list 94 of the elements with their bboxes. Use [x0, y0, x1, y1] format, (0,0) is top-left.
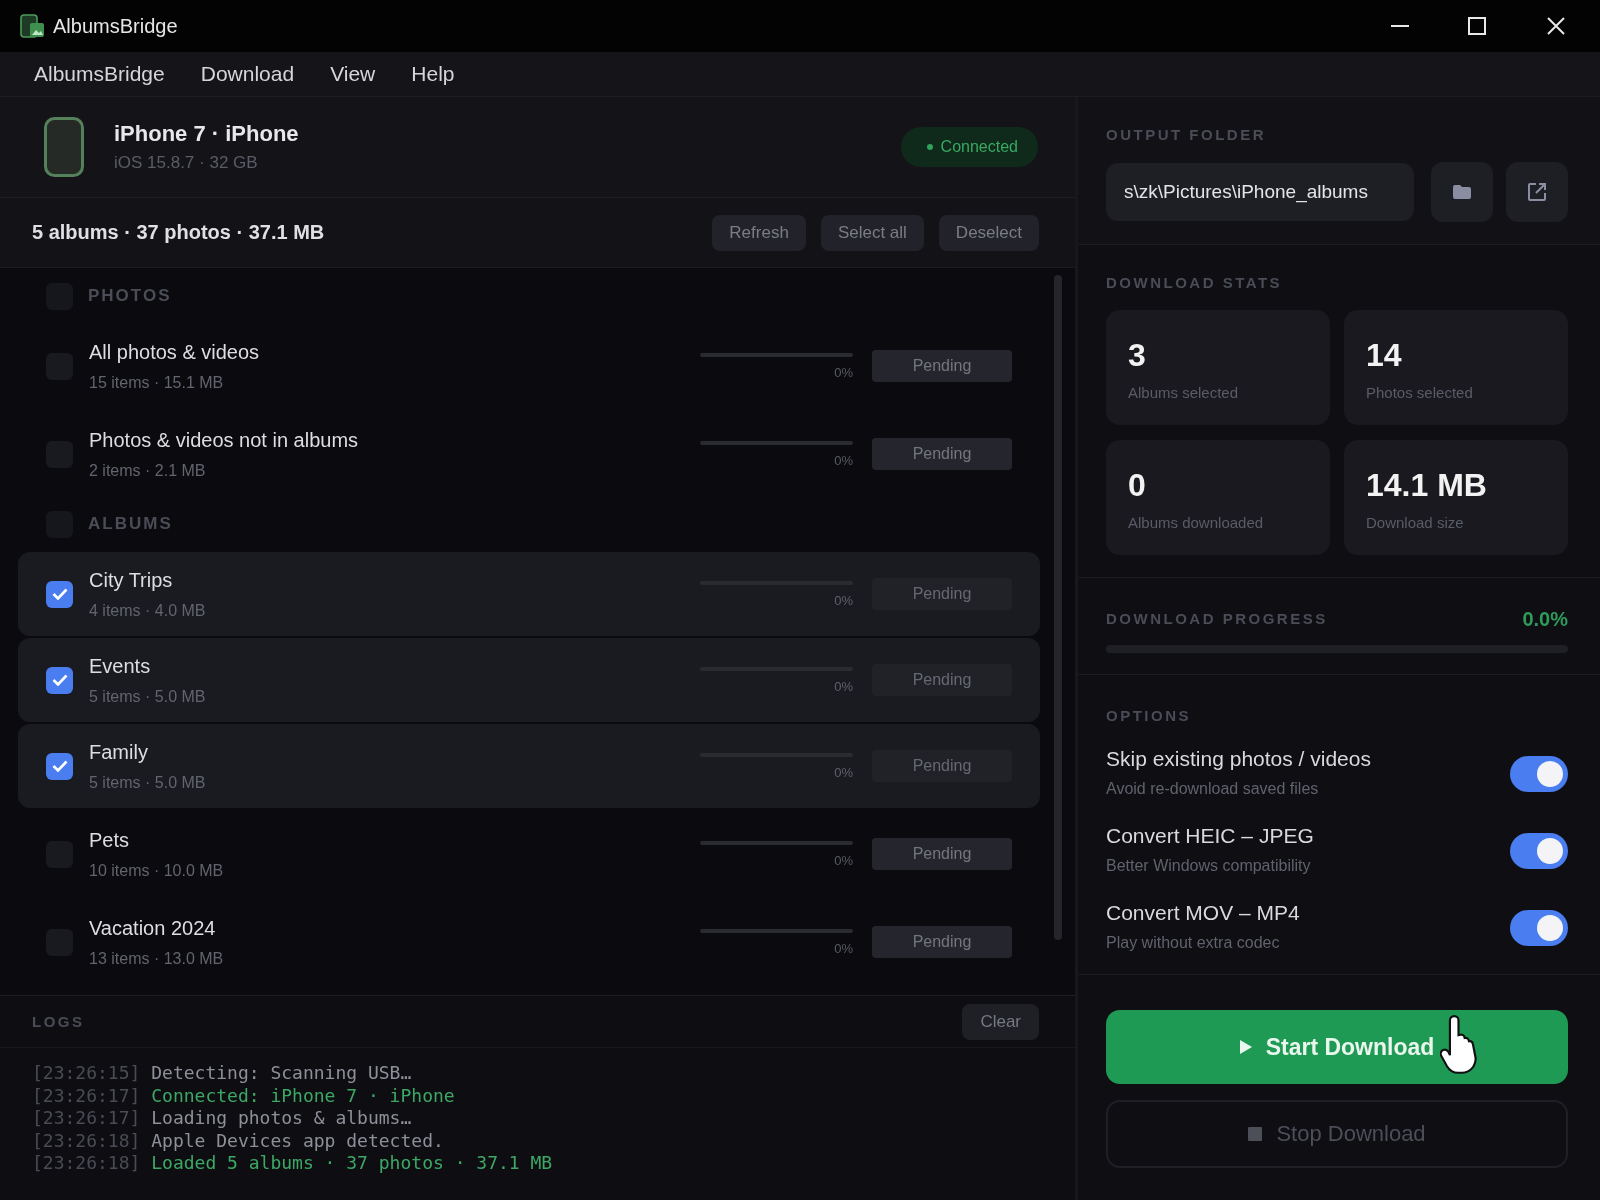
maximize-icon[interactable] — [1468, 17, 1486, 35]
progress-percent: 0% — [833, 452, 853, 468]
progress-percent: 0% — [833, 592, 853, 608]
section-label: DOWNLOAD PROGRESS — [1106, 611, 1328, 627]
album-details: 4 items · 4.0 MB — [89, 601, 206, 620]
album-details: 13 items · 13.0 MB — [89, 949, 224, 968]
selected-row[interactable]: Family 5 items · 5.0 MB 0% Pending — [18, 724, 1040, 808]
toolbar-button[interactable]: Select all — [820, 214, 924, 251]
option-title: Skip existing photos / videos — [1106, 746, 1371, 772]
checkbox[interactable] — [46, 666, 73, 694]
external-link-icon — [1527, 182, 1547, 202]
menu-item[interactable]: Download — [188, 58, 307, 90]
selected-row[interactable]: City Trips 4 items · 4.0 MB 0% Pending — [18, 552, 1040, 636]
log-line: [23:26:17] Connected: iPhone 7 · iPhone — [32, 1084, 456, 1107]
clear-button[interactable]: Clear — [962, 1003, 1039, 1040]
section-label: DOWNLOAD STATS — [1106, 275, 1284, 291]
section-label: LOGS — [32, 1013, 85, 1030]
checkmark-icon — [51, 674, 68, 686]
album-name: City Trips — [89, 568, 174, 592]
album-details: 15 items · 15.1 MB — [89, 373, 225, 392]
status-badge: Pending — [872, 750, 1012, 782]
progress-percent: 0% — [833, 940, 853, 956]
album-name: Pets — [89, 828, 131, 852]
status-badge: Pending — [872, 350, 1012, 382]
option-title: Convert MOV – MP4 — [1106, 900, 1300, 926]
progress-percent: 0% — [833, 678, 853, 694]
log-line: [23:26:18] Apple Devices app detected. — [32, 1129, 445, 1152]
device-name: iPhone 7 · iPhone — [114, 121, 299, 147]
checkbox[interactable] — [46, 580, 73, 608]
open-folder-button[interactable] — [1506, 162, 1568, 222]
toggle-switch[interactable] — [1510, 910, 1568, 946]
status-badge: Pending — [872, 838, 1012, 870]
stat-label: Albums downloaded — [1128, 514, 1265, 532]
option-description: Better Windows compatibility — [1106, 856, 1312, 876]
toolbar-button[interactable]: Deselect — [938, 214, 1039, 251]
stat-value: 14 — [1366, 336, 1403, 374]
status-badge: Pending — [872, 438, 1012, 470]
progress-reading: 0.0% — [1522, 607, 1568, 631]
album-details: 5 items · 5.0 MB — [89, 773, 206, 792]
stat-value: 0 — [1128, 466, 1147, 504]
toggle-switch[interactable] — [1510, 756, 1568, 792]
status-label: Connected — [940, 138, 1018, 156]
status-badge: Pending — [872, 926, 1012, 958]
selected-row[interactable]: Events 5 items · 5.0 MB 0% Pending — [18, 638, 1040, 722]
option-description: Play without extra codec — [1106, 933, 1281, 953]
app-logo-icon — [20, 13, 45, 39]
log-line: [23:26:17] Loading photos & albums… — [32, 1107, 413, 1130]
stop-icon — [1248, 1127, 1263, 1141]
stat-label: Albums selected — [1128, 384, 1240, 402]
window-title: AlbumsBridge — [53, 14, 178, 38]
browse-button[interactable] — [1431, 162, 1493, 222]
album-name: All photos & videos — [89, 340, 260, 364]
stat-label: Download size — [1366, 514, 1465, 532]
album-details: 5 items · 5.0 MB — [89, 687, 206, 706]
checkmark-icon — [51, 760, 68, 772]
scrollbar-thumb[interactable] — [1054, 275, 1062, 940]
folder-icon — [1452, 184, 1472, 200]
album-details: 10 items · 10.0 MB — [89, 861, 224, 880]
device-details: iOS 15.8.7 · 32 GB — [114, 153, 259, 173]
checkmark-icon — [51, 588, 68, 600]
section-label: OUTPUT FOLDER — [1106, 127, 1267, 143]
album-name: Events — [89, 654, 152, 678]
log-line: [23:26:15] Detecting: Scanning USB… — [32, 1062, 413, 1085]
option-description: Avoid re-download saved files — [1106, 779, 1320, 799]
checkbox[interactable] — [46, 752, 73, 780]
progress-percent: 0% — [833, 764, 853, 780]
toolbar-button[interactable]: Refresh — [712, 214, 806, 251]
album-name: Family — [89, 740, 149, 764]
library-summary: 5 albums · 37 photos · 37.1 MB — [32, 221, 325, 244]
stat-label: Photos selected — [1366, 384, 1474, 402]
section-title: ALBUMS — [88, 514, 173, 534]
section-label: OPTIONS — [1106, 708, 1192, 724]
status-badge: Pending — [872, 578, 1012, 610]
stat-value: 3 — [1128, 336, 1147, 374]
album-name: Photos & videos not in albums — [89, 428, 359, 452]
log-line: [23:26:18] Loaded 5 albums · 37 photos · 37.1 MB — [32, 1152, 554, 1175]
toggle-switch[interactable] — [1510, 833, 1568, 869]
folder-path-field[interactable]: s\zk\Pictures\iPhone_albums — [1106, 163, 1414, 221]
phone-icon — [44, 117, 84, 177]
progress-percent: 0% — [833, 364, 853, 380]
stat-value: 14.1 MB — [1366, 466, 1488, 504]
menu-item[interactable]: AlbumsBridge — [22, 58, 177, 90]
section-title: PHOTOS — [88, 286, 172, 306]
status-badge: Pending — [872, 664, 1012, 696]
menu-item[interactable]: View — [318, 58, 388, 90]
progress-percent: 0% — [833, 852, 853, 868]
status-dot-icon — [926, 144, 933, 150]
menu-item[interactable]: Help — [399, 58, 467, 90]
play-icon — [1239, 1040, 1252, 1054]
close-icon[interactable] — [1547, 17, 1565, 35]
album-details: 2 items · 2.1 MB — [89, 461, 207, 480]
option-title: Convert HEIC – JPEG — [1106, 823, 1314, 849]
hand-cursor-icon — [1440, 1015, 1477, 1074]
album-name: Vacation 2024 — [89, 916, 217, 940]
